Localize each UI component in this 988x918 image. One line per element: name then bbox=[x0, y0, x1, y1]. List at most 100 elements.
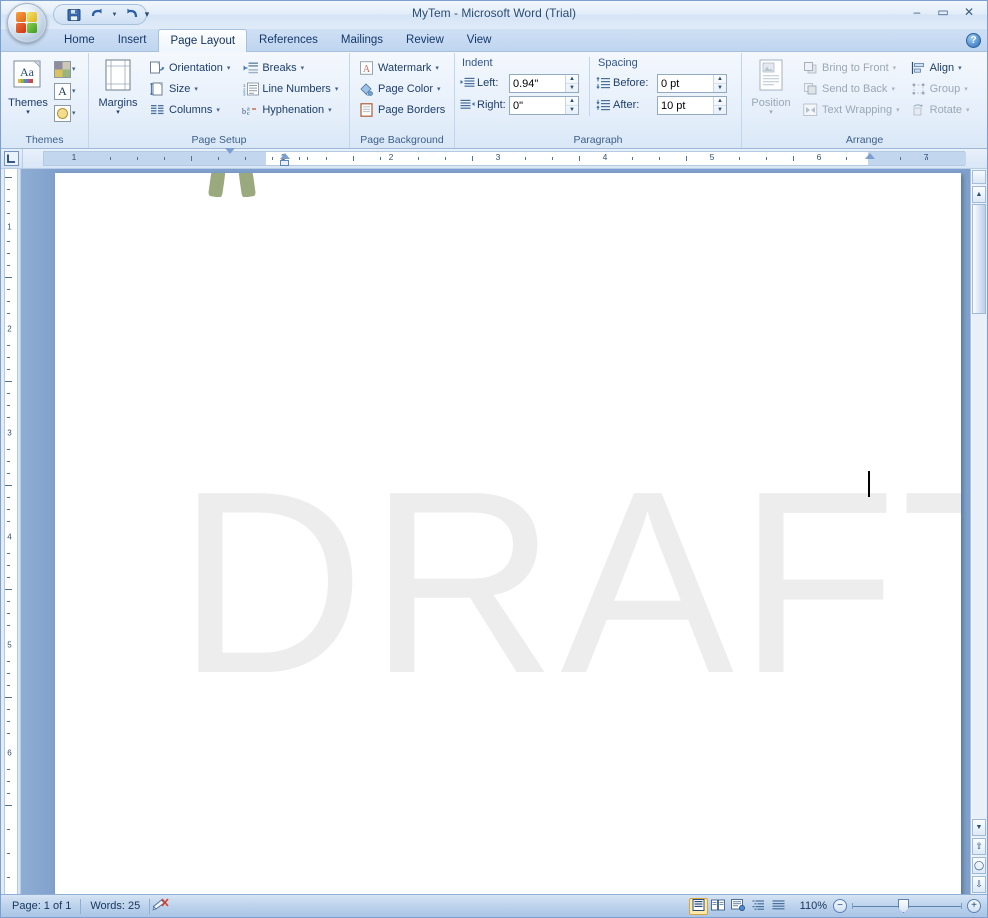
clip-art-graphic[interactable] bbox=[205, 173, 271, 197]
stepper-down-icon[interactable]: ▼ bbox=[566, 84, 578, 92]
tab-home[interactable]: Home bbox=[53, 30, 106, 51]
page-borders-label: Page Borders bbox=[378, 103, 446, 116]
page-color-button[interactable]: Page Color ▾ bbox=[355, 78, 448, 99]
view-web-layout-button[interactable] bbox=[729, 898, 748, 915]
bring-to-front-button[interactable]: Bring to Front ▾ bbox=[799, 57, 903, 78]
stepper-up-icon[interactable]: ▲ bbox=[566, 97, 578, 106]
first-line-indent-marker[interactable] bbox=[225, 148, 235, 154]
ribbon-group-page-background: A Watermark ▾ Page Color ▾ Page Borders … bbox=[350, 53, 455, 148]
theme-fonts-button[interactable]: A ▾ bbox=[52, 80, 78, 102]
tab-page-layout[interactable]: Page Layout bbox=[158, 29, 248, 52]
zoom-out-button[interactable]: − bbox=[833, 899, 847, 913]
chevron-down-icon: ▾ bbox=[226, 64, 231, 72]
scrollbar-thumb[interactable] bbox=[972, 204, 986, 314]
help-button[interactable]: ? bbox=[966, 33, 981, 48]
stepper-down-icon[interactable]: ▼ bbox=[714, 106, 726, 114]
tab-references[interactable]: References bbox=[248, 30, 329, 51]
stepper-down-icon[interactable]: ▼ bbox=[714, 84, 726, 92]
columns-button[interactable]: Columns ▾ bbox=[146, 99, 233, 120]
spacing-after-stepper[interactable]: ▲ ▼ bbox=[713, 96, 726, 114]
themes-button[interactable]: Aa Themes ▾ bbox=[4, 57, 52, 118]
zoom-level[interactable]: 110% bbox=[794, 900, 833, 912]
stepper-up-icon[interactable]: ▲ bbox=[566, 75, 578, 84]
scrollbar-trough[interactable] bbox=[972, 314, 986, 818]
undo-button[interactable] bbox=[87, 6, 107, 24]
horizontal-ruler[interactable]: 1 1 2 3 4 5 6 7 bbox=[43, 148, 966, 166]
align-button[interactable]: Align ▾ bbox=[907, 57, 973, 78]
ruler-number: 3 bbox=[495, 152, 501, 162]
orientation-button[interactable]: Orientation ▾ bbox=[146, 57, 233, 78]
indent-left-icon bbox=[460, 77, 477, 89]
view-full-screen-reading-button[interactable] bbox=[709, 898, 728, 915]
indent-left-stepper[interactable]: ▲ ▼ bbox=[565, 74, 578, 92]
text-wrapping-button[interactable]: Text Wrapping ▾ bbox=[799, 99, 903, 120]
size-button[interactable]: Size ▾ bbox=[146, 78, 233, 99]
stepper-up-icon[interactable]: ▲ bbox=[714, 75, 726, 84]
breaks-button[interactable]: Breaks ▾ bbox=[239, 57, 341, 78]
close-button[interactable]: ✕ bbox=[957, 3, 981, 21]
theme-effects-button[interactable]: ▾ bbox=[52, 102, 78, 124]
split-window-handle[interactable] bbox=[972, 170, 986, 184]
position-button[interactable]: Position ▾ bbox=[745, 57, 797, 118]
customize-quick-access-toolbar-button[interactable]: ▾ bbox=[139, 6, 155, 22]
size-icon bbox=[149, 81, 166, 97]
maximize-button[interactable]: ▭ bbox=[931, 3, 955, 21]
tab-insert[interactable]: Insert bbox=[107, 30, 158, 51]
spacing-after-row: After: 10 pt ▲ ▼ bbox=[596, 94, 738, 116]
right-indent-marker[interactable] bbox=[865, 153, 875, 159]
indent-left-row: Left: 0.94" ▲ ▼ bbox=[460, 72, 583, 94]
ruler-number: 1 bbox=[71, 152, 77, 162]
next-page-button[interactable]: ⇩ bbox=[972, 876, 986, 893]
margins-button[interactable]: Margins ▾ bbox=[92, 57, 144, 118]
tab-mailings[interactable]: Mailings bbox=[330, 30, 394, 51]
theme-colors-button[interactable]: ▾ bbox=[52, 58, 78, 80]
view-outline-button[interactable] bbox=[749, 898, 768, 915]
close-icon: ✕ bbox=[963, 5, 975, 19]
group-button[interactable]: Group ▾ bbox=[907, 78, 973, 99]
page-indicator[interactable]: Page: 1 of 1 bbox=[3, 897, 80, 916]
indent-left-field[interactable]: 0.94" ▲ ▼ bbox=[509, 73, 579, 93]
rotate-button[interactable]: Rotate ▾ bbox=[907, 99, 973, 120]
send-to-back-button[interactable]: Send to Back ▾ bbox=[799, 78, 903, 99]
stepper-down-icon[interactable]: ▼ bbox=[566, 106, 578, 114]
tab-review[interactable]: Review bbox=[395, 30, 455, 51]
status-bar: Page: 1 of 1 Words: 25 110% − + bbox=[1, 894, 987, 917]
ruler-number: 2 bbox=[388, 152, 394, 162]
zoom-slider[interactable] bbox=[852, 899, 962, 913]
left-indent-marker[interactable] bbox=[280, 160, 289, 166]
vertical-scrollbar[interactable]: ▲ ▼ ⇧ ◯ ⇩ bbox=[970, 169, 987, 894]
ribbon-group-page-setup: Margins ▾ Orientation ▾ Size ▾ Columns ▾… bbox=[89, 53, 350, 148]
title-bar: ▼ ▾ MyTem - Microsoft Word (Trial) – ▭ ✕ bbox=[1, 1, 987, 43]
previous-page-button[interactable]: ⇧ bbox=[972, 838, 986, 855]
view-draft-button[interactable] bbox=[769, 898, 788, 915]
vertical-ruler[interactable]: 1 2 3 4 5 6 bbox=[1, 169, 21, 894]
zoom-in-button[interactable]: + bbox=[967, 899, 981, 913]
chevron-down-icon: ▾ bbox=[891, 85, 895, 93]
minimize-button[interactable]: – bbox=[905, 3, 929, 21]
word-count[interactable]: Words: 25 bbox=[81, 897, 149, 916]
zoom-slider-thumb[interactable] bbox=[898, 899, 909, 913]
proofing-status-button[interactable] bbox=[150, 897, 172, 915]
spacing-before-stepper[interactable]: ▲ ▼ bbox=[713, 74, 726, 92]
undo-dropdown[interactable]: ▼ bbox=[110, 6, 119, 24]
office-button[interactable] bbox=[7, 3, 47, 43]
document-scroll-region[interactable]: DRAFT bbox=[21, 169, 970, 894]
spacing-after-field[interactable]: 10 pt ▲ ▼ bbox=[657, 95, 727, 115]
page-borders-button[interactable]: Page Borders bbox=[355, 99, 448, 120]
tab-stop-selector[interactable] bbox=[1, 149, 23, 168]
document-page[interactable]: DRAFT bbox=[55, 173, 961, 894]
hanging-indent-marker[interactable] bbox=[280, 153, 290, 159]
scroll-down-button[interactable]: ▼ bbox=[972, 819, 986, 836]
indent-right-stepper[interactable]: ▲ ▼ bbox=[565, 96, 578, 114]
save-button[interactable] bbox=[64, 6, 84, 24]
line-numbers-button[interactable]: 1 2 3 Line Numbers ▾ bbox=[239, 78, 341, 99]
stepper-up-icon[interactable]: ▲ bbox=[714, 97, 726, 106]
tab-view[interactable]: View bbox=[456, 30, 503, 51]
watermark-button[interactable]: A Watermark ▾ bbox=[355, 57, 448, 78]
indent-right-field[interactable]: 0" ▲ ▼ bbox=[509, 95, 579, 115]
view-print-layout-button[interactable] bbox=[688, 897, 708, 915]
scroll-up-button[interactable]: ▲ bbox=[972, 186, 986, 203]
hyphenation-button[interactable]: b a c Hyphenation ▾ bbox=[239, 99, 341, 120]
select-browse-object-button[interactable]: ◯ bbox=[972, 857, 986, 874]
spacing-before-field[interactable]: 0 pt ▲ ▼ bbox=[657, 73, 727, 93]
